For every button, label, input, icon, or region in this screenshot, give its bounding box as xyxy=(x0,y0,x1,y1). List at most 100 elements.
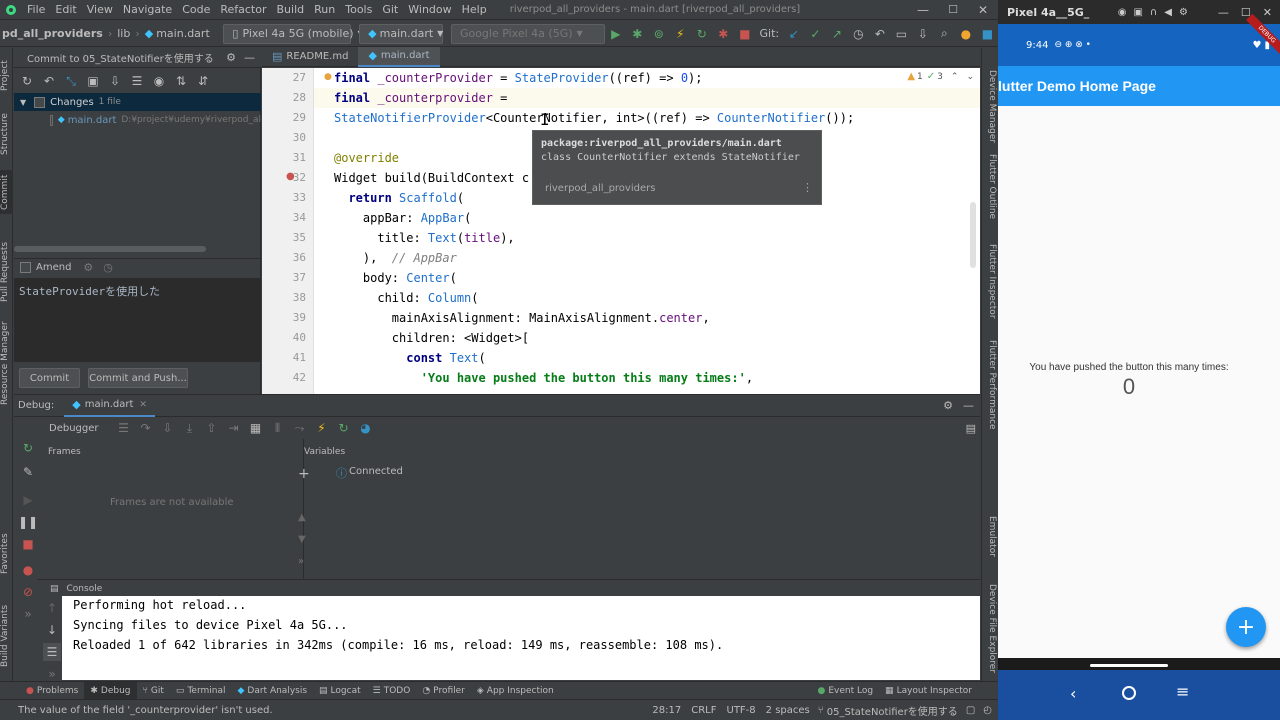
diff-icon[interactable]: ⤡ xyxy=(62,72,80,90)
more-icon[interactable]: » xyxy=(19,605,37,623)
tab-dart-analysis[interactable]: ◆ Dart Analysis xyxy=(231,686,313,696)
search-icon[interactable]: ⌕ xyxy=(936,25,954,43)
file-checkbox[interactable] xyxy=(50,114,53,126)
tab-resource-manager[interactable]: Resource Manager xyxy=(0,318,13,408)
home-icon[interactable] xyxy=(1122,686,1136,700)
code-editor[interactable]: 27 final _counterProvider = StateProvider… xyxy=(262,68,980,394)
tab-todo[interactable]: ☰ TODO xyxy=(367,686,417,696)
settings-icon[interactable]: ⚙ xyxy=(83,261,93,274)
menu-refactor[interactable]: Refactor xyxy=(215,0,271,20)
caret-position[interactable]: 28:17 xyxy=(652,705,681,716)
columns-icon[interactable]: ⫴ xyxy=(269,419,287,437)
step-out-icon[interactable]: ⇧ xyxy=(203,419,221,437)
minimize-icon[interactable]: — xyxy=(908,3,938,17)
evaluate-icon[interactable]: ▦ xyxy=(247,419,265,437)
tab-flutter-outline[interactable]: Flutter Outline xyxy=(984,154,997,224)
tab-flutter-inspector[interactable]: Flutter Inspector xyxy=(984,244,997,324)
menu-edit[interactable]: Edit xyxy=(50,0,81,20)
run-to-cursor-icon[interactable]: ⇥ xyxy=(225,419,243,437)
hot-reload-icon[interactable]: ⚡ xyxy=(672,25,690,43)
recents-icon[interactable]: ≡ xyxy=(1176,682,1189,701)
menu-run[interactable]: Run xyxy=(309,0,340,20)
close-icon[interactable]: ✕ xyxy=(1263,6,1272,19)
tab-event-log[interactable]: ● Event Log xyxy=(811,686,879,696)
update-icon[interactable]: ● xyxy=(957,25,975,43)
tab-device-manager[interactable]: Device Manager xyxy=(984,70,997,143)
tab-device-file-explorer[interactable]: Device File Explorer xyxy=(984,584,997,688)
run-icon[interactable]: ▶ xyxy=(607,25,625,43)
minimize-icon[interactable]: — xyxy=(1218,6,1229,19)
amend-checkbox[interactable] xyxy=(20,262,31,273)
download-icon[interactable]: ⇩ xyxy=(106,72,124,90)
tab-structure[interactable]: Structure xyxy=(0,104,13,164)
view-breakpoints-icon[interactable]: ● xyxy=(19,561,37,579)
scroll-up-icon[interactable]: ↑ xyxy=(43,599,61,617)
changed-file-row[interactable]: ◆ main.dart D:¥project¥udemy¥riverpod_al xyxy=(14,111,261,129)
minimize-panel-icon[interactable]: — xyxy=(244,51,255,64)
hot-restart-icon[interactable]: ↻ xyxy=(335,419,353,437)
profile-icon[interactable]: ✱ xyxy=(715,25,733,43)
commit-and-push-button[interactable]: Commit and Push... xyxy=(88,368,188,388)
eye-icon[interactable]: ◉ xyxy=(150,72,168,90)
menu-build[interactable]: Build xyxy=(272,0,310,20)
menu-navigate[interactable]: Navigate xyxy=(118,0,177,20)
menu-code[interactable]: Code xyxy=(177,0,215,20)
changes-checkbox[interactable] xyxy=(34,96,46,108)
menu-file[interactable]: File xyxy=(22,0,50,20)
menu-tools[interactable]: Tools xyxy=(340,0,377,20)
mute-icon[interactable]: ⤳ xyxy=(291,419,309,437)
editor-scrollbar[interactable] xyxy=(970,202,976,268)
stop-icon[interactable]: ■ xyxy=(19,535,37,553)
console-tab[interactable]: Console xyxy=(67,584,103,594)
tab-build-variants[interactable]: Build Variants xyxy=(0,600,13,672)
tab-terminal[interactable]: ▭ Terminal xyxy=(170,686,232,696)
tab-pull-requests[interactable]: Pull Requests xyxy=(0,234,13,310)
stop-icon[interactable]: ■ xyxy=(736,25,754,43)
step-over-icon[interactable]: ↷ xyxy=(137,419,155,437)
tab-app-inspection[interactable]: ◈ App Inspection xyxy=(471,686,560,696)
close-tab-icon[interactable]: ✕ xyxy=(139,400,147,410)
commit-message-input[interactable]: StateProviderを使用した xyxy=(14,278,261,362)
tab-main-dart[interactable]: ◆ main.dart xyxy=(358,46,440,67)
scroll-down-icon[interactable]: ↓ xyxy=(43,621,61,639)
target-selector[interactable]: Google Pixel 4a (5G) ▼ xyxy=(450,23,605,44)
rollback-icon[interactable]: ↶ xyxy=(40,72,58,90)
tab-layout-inspector[interactable]: ▦ Layout Inspector xyxy=(879,686,978,696)
breadcrumb-file[interactable]: main.dart xyxy=(156,27,210,40)
tab-favorites[interactable]: Favorites xyxy=(0,526,13,582)
console-output[interactable]: Performing hot reload... Syncing files t… xyxy=(62,596,980,680)
git-commit-icon[interactable]: ✓ xyxy=(807,25,825,43)
add-watch-icon[interactable]: + xyxy=(298,466,310,482)
tab-git[interactable]: ⑂ Git xyxy=(137,686,170,696)
gamepad-icon[interactable]: ▣ xyxy=(1133,7,1142,18)
tab-project[interactable]: Project xyxy=(0,52,13,100)
gear-icon[interactable]: ⚙ xyxy=(226,51,236,64)
increment-fab-button[interactable]: + xyxy=(1226,607,1266,647)
tab-profiler[interactable]: ◔ Profiler xyxy=(416,686,471,696)
mute-breakpoints-icon[interactable]: ⊘ xyxy=(19,583,37,601)
resume-icon[interactable]: ▶ xyxy=(19,491,37,509)
collapse-all-icon[interactable]: ⇵ xyxy=(194,72,212,90)
run-config-selector[interactable]: ◆ main.dart ▼ xyxy=(359,23,443,44)
tab-emulator[interactable]: Emulator xyxy=(984,516,997,566)
inspection-widget[interactable]: ▲ 1 ✓ 3 ⌃ ⌄ xyxy=(907,71,974,82)
debug-session-tab[interactable]: ◆ main.dart ✕ xyxy=(64,395,155,417)
expand-all-icon[interactable]: ⇅ xyxy=(172,72,190,90)
debugger-tab[interactable]: Debugger xyxy=(49,423,99,434)
refresh-icon[interactable]: ↻ xyxy=(18,72,36,90)
breadcrumb-folder[interactable]: lib xyxy=(117,27,130,40)
settings-icon[interactable]: ⚙ xyxy=(1179,7,1188,18)
menu-window[interactable]: Window xyxy=(403,0,456,20)
tab-flutter-performance[interactable]: Flutter Performance xyxy=(984,340,997,430)
wrench-icon[interactable]: ✎ xyxy=(19,463,37,481)
menu-view[interactable]: View xyxy=(82,0,118,20)
chevron-up-icon[interactable]: ⌃ xyxy=(951,72,959,82)
pause-icon[interactable]: ❚❚ xyxy=(18,513,38,531)
maximize-icon[interactable]: ☐ xyxy=(938,3,968,16)
move-down-icon[interactable]: ▼ xyxy=(298,534,306,545)
devtools-icon[interactable]: ◕ xyxy=(357,419,375,437)
volume-icon[interactable]: ◀ xyxy=(1164,7,1172,18)
layout-icon[interactable]: ☰ xyxy=(115,419,133,437)
back-icon[interactable]: ‹ xyxy=(1070,684,1076,703)
memory-icon[interactable]: ◴ xyxy=(983,705,992,716)
